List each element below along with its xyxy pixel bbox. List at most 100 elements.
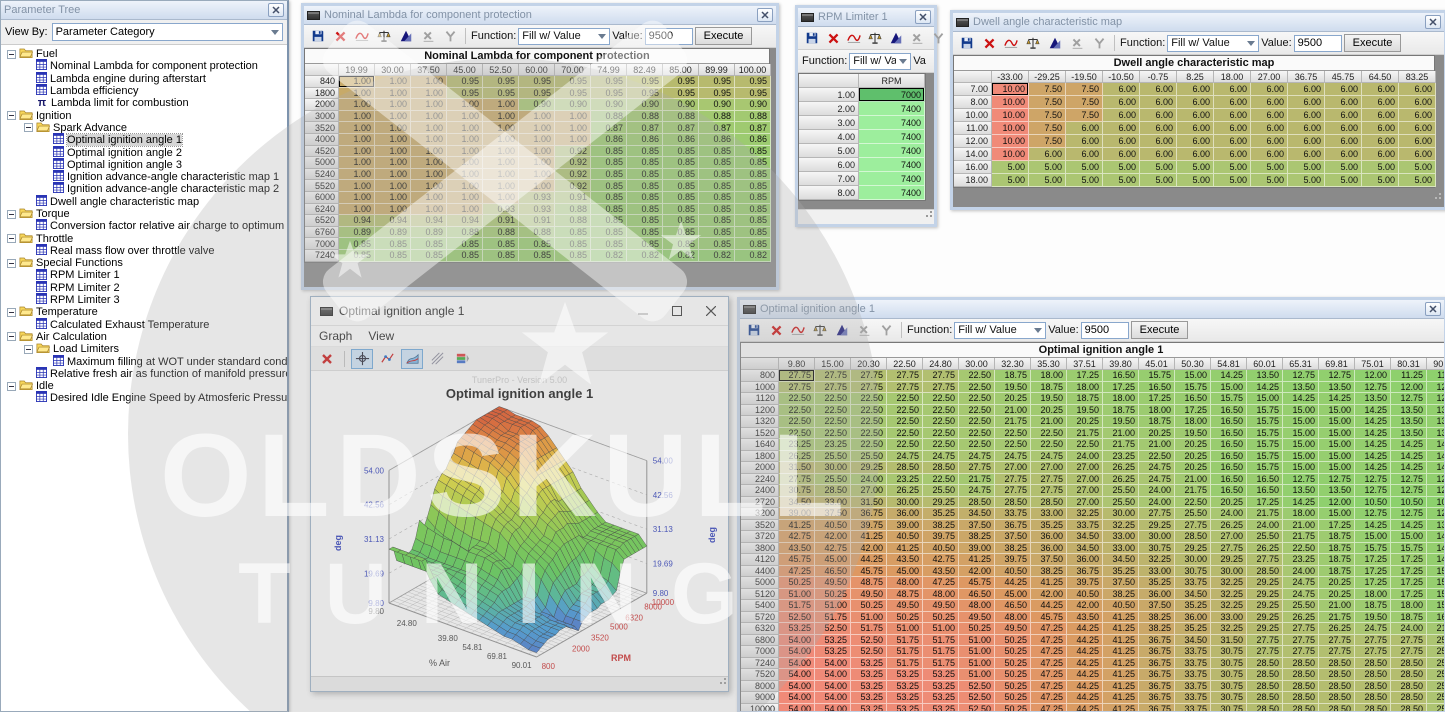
table-cell[interactable]: 21.75 — [1247, 508, 1283, 520]
table-cell[interactable]: 25.50 — [815, 474, 851, 486]
table-cell[interactable]: 22.50 — [1175, 497, 1211, 509]
table-cell[interactable]: 0.85 — [591, 157, 627, 169]
close-icon[interactable] — [915, 10, 931, 24]
table-cell[interactable]: 18.00 — [1103, 393, 1139, 405]
table-cell[interactable]: 27.00 — [995, 462, 1031, 474]
table-cell[interactable]: 7400 — [859, 158, 925, 172]
table-cell[interactable]: 28.50 — [1355, 669, 1391, 681]
table-cell[interactable]: 23.25 — [1283, 554, 1319, 566]
table-cell[interactable]: 24.00 — [1247, 520, 1283, 532]
table-cell[interactable]: 0.85 — [735, 204, 771, 216]
table-cell[interactable]: 6.00 — [1325, 148, 1362, 161]
table-cell[interactable]: 0.92 — [555, 180, 591, 192]
table-cell[interactable]: 24.00 — [1139, 497, 1175, 509]
table-cell[interactable]: 17.25 — [1139, 393, 1175, 405]
table-cell[interactable]: 1.00 — [411, 88, 447, 100]
table-cell[interactable]: 22.50 — [959, 382, 995, 394]
table-cell[interactable]: 6.00 — [1251, 135, 1288, 148]
table-cell[interactable]: 33.00 — [1031, 508, 1067, 520]
delete-icon[interactable] — [766, 321, 786, 339]
table-cell[interactable]: 15.00 — [1283, 416, 1319, 428]
table-cell[interactable]: 41.25 — [851, 531, 887, 543]
table-cell[interactable]: 0.85 — [411, 238, 447, 250]
delete-icon[interactable] — [979, 34, 999, 52]
table-cell[interactable]: 28.50 — [1247, 669, 1283, 681]
table-cell[interactable]: 22.50 — [815, 428, 851, 440]
tree-item[interactable]: Optimal ignition angle 3 — [3, 159, 287, 171]
table-cell[interactable]: 5.00 — [1066, 174, 1103, 187]
table-cell[interactable]: 0.85 — [735, 192, 771, 204]
table-cell[interactable]: 16.50 — [1211, 439, 1247, 451]
table-cell[interactable]: 38.25 — [1139, 612, 1175, 624]
table-cell[interactable]: 1.00 — [555, 122, 591, 134]
table-cell[interactable]: 28.50 — [887, 462, 923, 474]
table-cell[interactable]: 13.50 — [1391, 428, 1427, 440]
table-cell[interactable]: 26.25 — [1247, 543, 1283, 555]
table-cell[interactable]: 33.75 — [1175, 704, 1211, 712]
table-cell[interactable]: 20.25 — [1211, 497, 1247, 509]
table-cell[interactable]: 1.00 — [519, 122, 555, 134]
table-cell[interactable]: 14.25 — [1355, 451, 1391, 463]
table-cell[interactable]: 15.00 — [1247, 393, 1283, 405]
table-cell[interactable]: 1.00 — [483, 192, 519, 204]
table-cell[interactable]: 41.25 — [1103, 692, 1139, 704]
table-cell[interactable]: 27.75 — [1391, 635, 1427, 647]
table-cell[interactable]: 48.75 — [887, 589, 923, 601]
table-cell[interactable]: 13.50 — [1427, 416, 1444, 428]
table-cell[interactable]: 18.75 — [1139, 416, 1175, 428]
tree-item[interactable]: Calculated Exhaust Temperature — [3, 319, 287, 331]
table-cell[interactable]: 53.25 — [923, 681, 959, 693]
table-cell[interactable]: 0.95 — [447, 76, 483, 88]
table-cell[interactable]: 0.95 — [591, 88, 627, 100]
table-cell[interactable]: 1.00 — [375, 88, 411, 100]
table-cell[interactable]: 28.50 — [995, 497, 1031, 509]
table-cell[interactable]: 51.00 — [959, 635, 995, 647]
table-cell[interactable]: 28.50 — [1283, 681, 1319, 693]
table-cell[interactable]: 24.75 — [1283, 577, 1319, 589]
table-cell[interactable]: 47.25 — [1031, 658, 1067, 670]
table-cell[interactable]: 0.88 — [555, 215, 591, 227]
table-cell[interactable]: 30.75 — [1211, 646, 1247, 658]
table-cell[interactable]: 12.75 — [1283, 474, 1319, 486]
resize-grip[interactable] — [719, 672, 727, 690]
y-axis-icon[interactable] — [928, 29, 948, 47]
table-cell[interactable]: 18.75 — [995, 370, 1031, 382]
table-cell[interactable]: 1.00 — [483, 180, 519, 192]
table-cell[interactable]: 0.85 — [591, 204, 627, 216]
table-cell[interactable]: 27.00 — [851, 485, 887, 497]
table-cell[interactable]: 39.00 — [959, 543, 995, 555]
function-select[interactable]: Fill w/ Value — [518, 28, 610, 45]
table-cell[interactable]: 21.75 — [959, 474, 995, 486]
collapse-icon[interactable] — [7, 111, 16, 120]
table-cell[interactable]: 5.00 — [1177, 161, 1214, 174]
tree-item[interactable]: Ignition — [3, 109, 287, 121]
table-cell[interactable]: 14.25 — [1355, 462, 1391, 474]
table-cell[interactable]: 0.85 — [591, 238, 627, 250]
tree-item[interactable]: Ignition advance-angle characteristic ma… — [3, 183, 287, 195]
surface-plot[interactable]: 9.809.8019.6919.6931.1331.1342.5642.5654… — [311, 403, 728, 683]
table-cell[interactable]: 41.25 — [1103, 658, 1139, 670]
table-cell[interactable]: 44.25 — [1067, 646, 1103, 658]
tree-item[interactable]: Ignition advance-angle characteristic ma… — [3, 171, 287, 183]
table-cell[interactable]: 6.00 — [1029, 148, 1066, 161]
table-cell[interactable]: 28.50 — [1283, 704, 1319, 712]
table-cell[interactable]: 0.85 — [699, 227, 735, 239]
table-cell[interactable]: 40.50 — [1103, 600, 1139, 612]
table-cell[interactable]: 53.25 — [851, 669, 887, 681]
y-axis-icon[interactable] — [876, 321, 896, 339]
table-cell[interactable]: 7.50 — [1066, 109, 1103, 122]
table-cell[interactable]: 0.85 — [627, 169, 663, 181]
table-cell[interactable]: 22.50 — [815, 405, 851, 417]
table-cell[interactable]: 0.85 — [591, 215, 627, 227]
table-cell[interactable]: 43.50 — [923, 566, 959, 578]
table-cell[interactable]: 21.75 — [995, 416, 1031, 428]
table-cell[interactable]: 27.75 — [959, 462, 995, 474]
table-cell[interactable]: 39.75 — [1067, 577, 1103, 589]
table-cell[interactable]: 18.00 — [1139, 405, 1175, 417]
table-cell[interactable]: 24.75 — [887, 451, 923, 463]
collapse-icon[interactable] — [24, 123, 33, 132]
table-cell[interactable]: 44.25 — [1067, 658, 1103, 670]
table-cell[interactable]: 32.25 — [1067, 508, 1103, 520]
table-cell[interactable]: 6.00 — [1214, 135, 1251, 148]
table-cell[interactable]: 42.00 — [959, 566, 995, 578]
